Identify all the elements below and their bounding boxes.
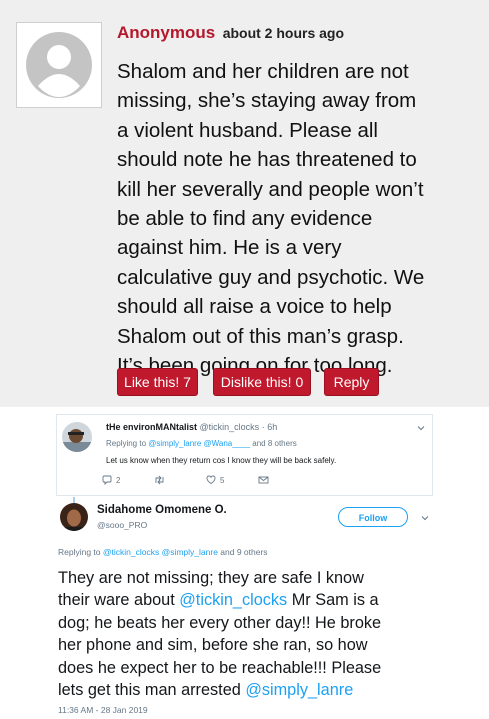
tweet-text-fragment: lets get this man arrested (58, 681, 246, 700)
comment-line: Shalom and her children are not (117, 60, 409, 83)
comment-author[interactable]: Anonymous (117, 23, 215, 42)
tweet-author-handle[interactable]: @sooo_PRO (97, 520, 147, 530)
replying-handles[interactable]: @tickin_clocks @simply_lanre (103, 547, 218, 557)
tweet-author-line: tHe environMANtalist @tickin_clocks · 6h (106, 422, 277, 432)
reply-action[interactable]: 2 (102, 475, 120, 485)
envelope-icon (258, 476, 269, 484)
tweet-timestamp[interactable]: 11:36 AM - 28 Jan 2019 (58, 705, 148, 715)
mention-link[interactable]: @simply_lanre (245, 681, 353, 699)
like-count: 5 (220, 475, 225, 485)
tweet-line: lets get this man arrested @simply_lanre (58, 679, 478, 701)
reply-button[interactable]: Reply (325, 369, 378, 395)
avatar[interactable] (62, 422, 92, 452)
tweet-actions: 2 5 (102, 475, 302, 489)
tweet-card: tHe environMANtalist @tickin_clocks · 6h… (56, 414, 433, 496)
comment-header: Anonymous about 2 hours ago (117, 22, 344, 45)
chevron-down-icon[interactable] (420, 513, 430, 523)
replying-prefix: Replying to (106, 439, 149, 448)
like-button[interactable]: Like this! 7 (118, 369, 197, 395)
like-action[interactable]: 5 (206, 475, 224, 485)
comment-body: Shalom and her children are not missing,… (117, 57, 487, 380)
heart-icon (206, 475, 216, 485)
tweet-text-fragment: their ware about (58, 591, 180, 610)
reply-count: 2 (116, 475, 121, 485)
replying-suffix[interactable]: and 9 others (218, 547, 267, 557)
replying-to: Replying to @tickin_clocks @simply_lanre… (58, 547, 268, 557)
comment-time: about 2 hours ago (222, 25, 345, 41)
comment-line: against him. He is a very (117, 236, 342, 260)
retweet-icon (155, 475, 164, 485)
tweet-author-handle[interactable]: @tickin_clocks (200, 422, 260, 432)
tweet-author-name[interactable]: Sidahome Omomene O. (97, 504, 227, 516)
dm-action[interactable] (258, 475, 269, 485)
avatar[interactable] (60, 503, 88, 531)
comment-line: missing, she’s staying away from (117, 89, 417, 113)
tweet-line: They are not missing; they are safe I kn… (58, 569, 364, 587)
replying-suffix[interactable]: and 8 others (250, 439, 296, 448)
comment-card: Anonymous about 2 hours ago Shalom and h… (0, 0, 489, 407)
comment-line: a violent husband. Please all (117, 118, 378, 142)
tweet-text: Let us know when they return cos I know … (106, 456, 337, 465)
retweet-action[interactable] (154, 475, 165, 485)
follow-button[interactable]: Follow (338, 507, 408, 527)
tweet-line: her phone and sim, before she ran, so ho… (58, 636, 368, 655)
comment-line: should note he has threatened to (117, 148, 417, 172)
tweet-line: dog; he beats her every other day!! He b… (58, 613, 382, 632)
tweet-text: They are not missing; they are safe I kn… (58, 567, 478, 701)
chevron-down-icon[interactable] (416, 423, 426, 433)
default-avatar-icon (16, 22, 102, 108)
tweet-time[interactable]: · 6h (262, 422, 278, 432)
dislike-button[interactable]: Dislike this! 0 (214, 369, 310, 395)
comment-line: kill her severally and people won’t (117, 177, 424, 201)
tweet-line: does he expect her to be reachable!!! Pl… (58, 658, 382, 677)
tweet-author-name[interactable]: tHe environMANtalist (106, 422, 197, 432)
tweet-text-fragment: Mr Sam is a (287, 591, 379, 610)
replying-handles[interactable]: @simply_lanre @Wana____ (148, 439, 250, 448)
replying-to: Replying to @simply_lanre @Wana____ and … (106, 439, 297, 448)
mention-link[interactable]: @tickin_clocks (179, 591, 287, 609)
comment-line: be able to find any evidence (117, 207, 373, 231)
comment-line: Shalom out of this man’s grasp. (117, 324, 404, 348)
comment-line: calculative guy and psychotic. We (117, 265, 425, 289)
reply-icon (102, 475, 112, 485)
comment-line: should all raise a voice to help (117, 295, 392, 319)
tweet-line: their ware about @tickin_clocks Mr Sam i… (58, 589, 478, 611)
replying-prefix: Replying to (58, 547, 103, 557)
